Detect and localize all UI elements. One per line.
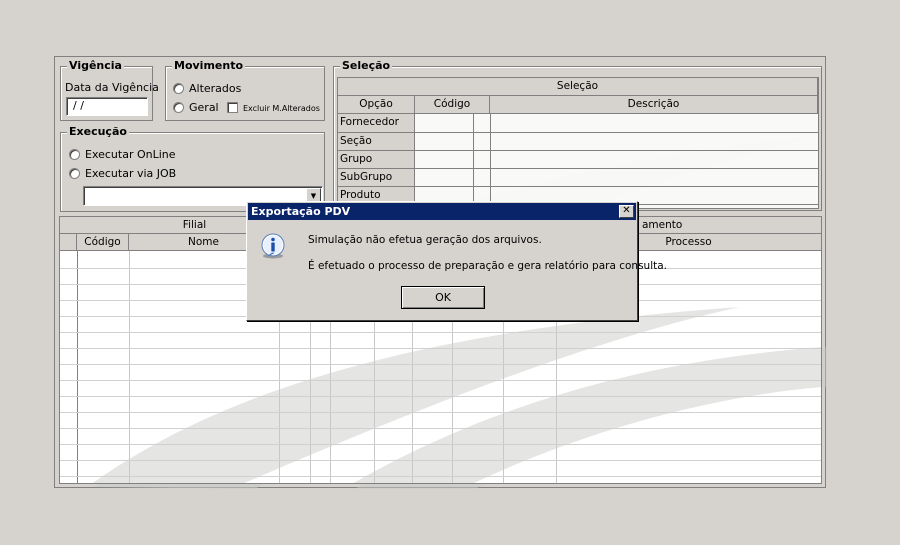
radio-geral[interactable] <box>173 102 184 113</box>
vigencia-title: Vigência <box>67 59 124 73</box>
col-header-codigo-filial[interactable]: Código <box>77 234 129 251</box>
excluir-label: Excluir M.Alterados <box>243 104 320 113</box>
radio-job-label: Executar via JOB <box>85 167 177 180</box>
col-header-descricao[interactable]: Descrição <box>490 96 818 114</box>
radio-alterados-label: Alterados <box>189 82 242 95</box>
radio-alterados[interactable] <box>173 83 184 94</box>
row-fornecedor[interactable]: Fornecedor <box>338 114 415 133</box>
dialog-title: Exportação PDV <box>251 205 351 218</box>
row-subgrupo[interactable]: SubGrupo <box>338 169 415 187</box>
vigencia-group: Vigência Data da Vigência / / <box>60 59 159 121</box>
ok-button[interactable]: OK <box>401 286 485 309</box>
message-dialog: Exportação PDV ✕ Simulação não efetua ge… <box>246 201 667 321</box>
row-indicator-header <box>60 234 77 251</box>
selecao-cells[interactable] <box>415 114 818 208</box>
selecao-grid-header: Seleção <box>338 78 818 96</box>
radio-geral-label: Geral <box>189 101 219 114</box>
info-icon <box>261 233 285 259</box>
excluir-checkbox[interactable] <box>227 102 238 113</box>
dialog-titlebar[interactable]: Exportação PDV ✕ <box>248 203 636 220</box>
row-grupo[interactable]: Grupo <box>338 151 415 169</box>
vigencia-date-label: Data da Vigência <box>65 81 159 94</box>
col-header-opcao[interactable]: Opção <box>338 96 415 114</box>
movimento-group: Movimento Alterados Geral Excluir M.Alte… <box>165 59 325 121</box>
row-secao[interactable]: Seção <box>338 133 415 151</box>
radio-job[interactable] <box>69 168 80 179</box>
close-icon[interactable]: ✕ <box>619 205 634 218</box>
radio-online[interactable] <box>69 149 80 160</box>
processamento-group-header-text: amento <box>642 219 683 231</box>
selecao-title: Seleção <box>340 59 393 73</box>
execucao-title: Execução <box>67 125 129 139</box>
selecao-grid: Seleção Opção Código Descrição Fornecedo… <box>337 77 819 209</box>
col-header-codigo[interactable]: Código <box>415 96 490 114</box>
movimento-title: Movimento <box>172 59 246 73</box>
vigencia-date-input[interactable]: / / <box>66 97 148 116</box>
selecao-group: Seleção Seleção Opção Código Descrição F… <box>333 59 822 211</box>
dialog-message-1: Simulação não efetua geração dos arquivo… <box>308 234 542 246</box>
radio-online-label: Executar OnLine <box>85 148 176 161</box>
dialog-message-2: É efetuado o processo de preparação e ge… <box>308 260 668 272</box>
execucao-group: Execução Executar OnLine Executar via JO… <box>60 125 325 212</box>
